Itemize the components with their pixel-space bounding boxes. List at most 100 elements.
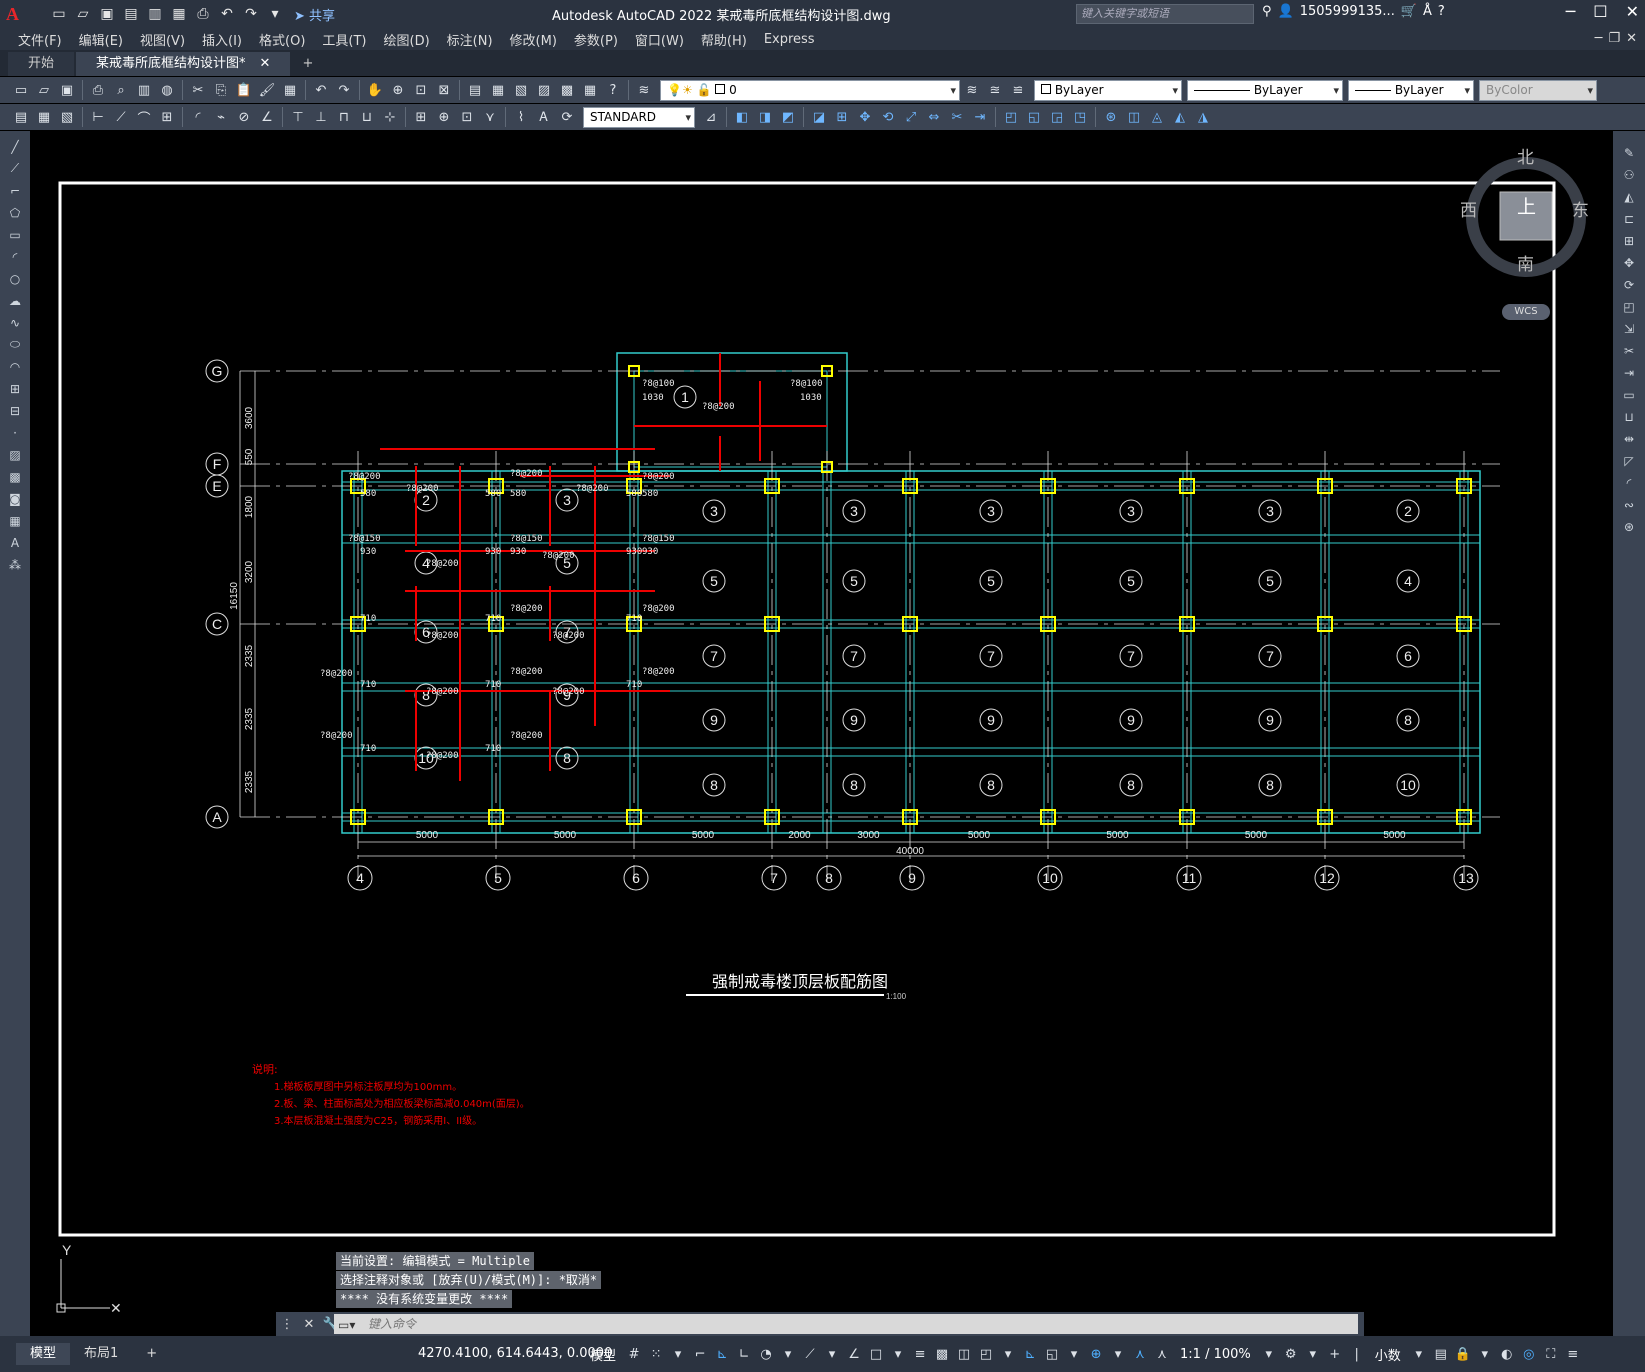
arc-icon[interactable]: ◜	[4, 247, 26, 266]
annotation-scale[interactable]: 1:1 / 100%	[1174, 1347, 1257, 1362]
dimension-space-icon[interactable]: ⊔	[356, 106, 378, 128]
linetype-dropdown[interactable]: ByLayer	[1187, 79, 1343, 101]
zoom-realtime-icon[interactable]: ⊕	[387, 79, 409, 101]
drawing-svg[interactable]: 3 3 3 3 3 2 5 5 5 5 5 4 7 7 7 7 7 6 9 9 9 9 9 8 8 8 8 8 8 10 2 3 4 5 6 7 8 9 1…	[30, 131, 1613, 1336]
drawing-canvas[interactable]: 3 3 3 3 3 2 5 5 5 5 5 4 7 7 7 7 7 6 9 9 9 9 9 8 8 8 8 8 8 10 2 3 4 5 6 7 8 9 1…	[30, 131, 1613, 1336]
rebar-label[interactable]: ?8@200	[552, 687, 585, 697]
dimension-text[interactable]: 5000	[1383, 830, 1406, 841]
rebar-label[interactable]: 710	[485, 744, 501, 754]
layer-properties-icon[interactable]: ≋	[633, 79, 655, 101]
rebar-label[interactable]: ?8@200	[320, 731, 353, 741]
customization-icon[interactable]: ≡	[1563, 1343, 1583, 1365]
design-center-icon[interactable]: ▦	[487, 79, 509, 101]
rectangle-icon[interactable]: ▭	[4, 225, 26, 244]
axis-label[interactable]: E	[212, 478, 221, 494]
qnew-icon[interactable]: ▭	[10, 79, 32, 101]
dimension-text[interactable]: 5000	[416, 830, 439, 841]
dimension-text[interactable]: 3000	[857, 830, 880, 841]
slab-id[interactable]: 3	[850, 503, 858, 519]
axis-label[interactable]: 7	[770, 870, 778, 886]
stretch-icon[interactable]: ⇔	[923, 106, 945, 128]
slab-id[interactable]: 9	[987, 712, 995, 728]
color-dropdown[interactable]: ByLayer	[1034, 79, 1182, 101]
move-icon[interactable]: ✥	[854, 106, 876, 128]
viewcube-east[interactable]: 东	[1572, 196, 1589, 221]
dimension-text[interactable]: 5000	[968, 830, 991, 841]
rebar-label[interactable]: 580	[510, 489, 526, 499]
rebar-label[interactable]: ?8@200	[510, 667, 543, 677]
rebar-label[interactable]: ?8@200	[642, 667, 675, 677]
scale-icon[interactable]: ◰	[1618, 297, 1640, 316]
radius-icon[interactable]: ◜	[187, 106, 209, 128]
rebar-label[interactable]: 580	[642, 489, 658, 499]
rebar-label[interactable]: ?8@200	[426, 631, 459, 641]
slab-id[interactable]: 3	[710, 503, 718, 519]
doc-restore-icon[interactable]: ❐	[1608, 31, 1620, 46]
break-icon[interactable]: ⊔	[1618, 407, 1640, 426]
edit-polyline-icon[interactable]: ◮	[1192, 106, 1214, 128]
isodraft-icon[interactable]: ⟋	[800, 1343, 820, 1365]
share-button[interactable]: ➤ 共享	[294, 5, 335, 24]
angular-icon[interactable]: ∠	[256, 106, 278, 128]
close-icon[interactable]: ✕	[1626, 2, 1639, 21]
minimize-icon[interactable]: ─	[1566, 2, 1576, 21]
paste-icon[interactable]: 📋	[233, 79, 255, 101]
snap-dropdown-icon[interactable]: ▾	[668, 1343, 688, 1365]
viewcube-north[interactable]: 北	[1517, 143, 1534, 168]
rebar-label[interactable]: 930	[510, 547, 526, 557]
blend-icon[interactable]: ∾	[1618, 495, 1640, 514]
cut-icon[interactable]: ✂	[187, 79, 209, 101]
tab-start[interactable]: 开始	[8, 52, 75, 76]
line-icon[interactable]: ╱	[4, 137, 26, 156]
polygon-icon[interactable]: ⬠	[4, 203, 26, 222]
scale-icon[interactable]: ⤢	[900, 106, 922, 128]
explode-icon[interactable]: ⊛	[1618, 517, 1640, 536]
hatch-icon[interactable]: ▨	[4, 445, 26, 464]
export-icon[interactable]: ▦	[168, 3, 190, 25]
slab-id[interactable]: 1	[681, 389, 689, 405]
rebar-label[interactable]: ?8@200	[348, 472, 381, 482]
dimension-text[interactable]: 2335	[244, 770, 255, 793]
transparency-icon[interactable]: ▩	[932, 1343, 952, 1365]
save-as-icon[interactable]: ▤	[120, 3, 142, 25]
isolate-objects-icon[interactable]: ◐	[1497, 1343, 1517, 1365]
menu-modify[interactable]: 修改(M)	[506, 30, 570, 49]
break-icon[interactable]: ◰	[1000, 106, 1022, 128]
diameter-icon[interactable]: ⊘	[233, 106, 255, 128]
center-mark-icon[interactable]: ⊕	[433, 106, 455, 128]
rebar-label[interactable]: 710	[485, 614, 501, 624]
slab-id[interactable]: 8	[563, 750, 571, 766]
slab-id[interactable]: 7	[987, 648, 995, 664]
block-editor-icon[interactable]: ▦	[279, 79, 301, 101]
slab-id[interactable]: 3	[987, 503, 995, 519]
axis-label[interactable]: C	[212, 616, 222, 632]
rotate-icon[interactable]: ⟲	[877, 106, 899, 128]
rebar-label[interactable]: ?8@200	[320, 669, 353, 679]
markup-icon[interactable]: ▩	[556, 79, 578, 101]
plot-icon[interactable]: ⎙	[87, 79, 109, 101]
menu-draw[interactable]: 绘图(D)	[380, 30, 443, 49]
undo-icon[interactable]: ↶	[310, 79, 332, 101]
slab-id[interactable]: 8	[850, 777, 858, 793]
join-icon[interactable]: ⇹	[1618, 429, 1640, 448]
cart-icon[interactable]: 🛒	[1401, 4, 1417, 19]
search-icon[interactable]: ⚲	[1262, 4, 1272, 19]
rebar-label[interactable]: ?8@150	[642, 534, 675, 544]
dimension-text[interactable]: 40000	[896, 846, 924, 857]
help-icon[interactable]: ?	[1438, 4, 1445, 19]
grid-icon[interactable]: #	[624, 1343, 644, 1365]
spline-icon[interactable]: ∿	[4, 313, 26, 332]
make-current-layer-icon[interactable]: ≋	[961, 79, 983, 101]
offset-icon[interactable]: ⊏	[1618, 209, 1640, 228]
dimension-text[interactable]: 2000	[788, 830, 811, 841]
calculator-icon[interactable]: ▦	[579, 79, 601, 101]
annotation-monitor-icon[interactable]: +	[1325, 1343, 1345, 1365]
menu-parametric[interactable]: 参数(P)	[570, 30, 631, 49]
dimension-text[interactable]: 3200	[244, 560, 255, 583]
slab-id[interactable]: 8	[1266, 777, 1274, 793]
copy-icon[interactable]: ⚇	[1618, 165, 1640, 184]
chamfer-icon[interactable]: ◲	[1046, 106, 1068, 128]
rebar-label[interactable]: 930	[360, 547, 376, 557]
3d-dwf-icon[interactable]: ◍	[156, 79, 178, 101]
rebar-label[interactable]: ?8@200	[702, 402, 735, 412]
